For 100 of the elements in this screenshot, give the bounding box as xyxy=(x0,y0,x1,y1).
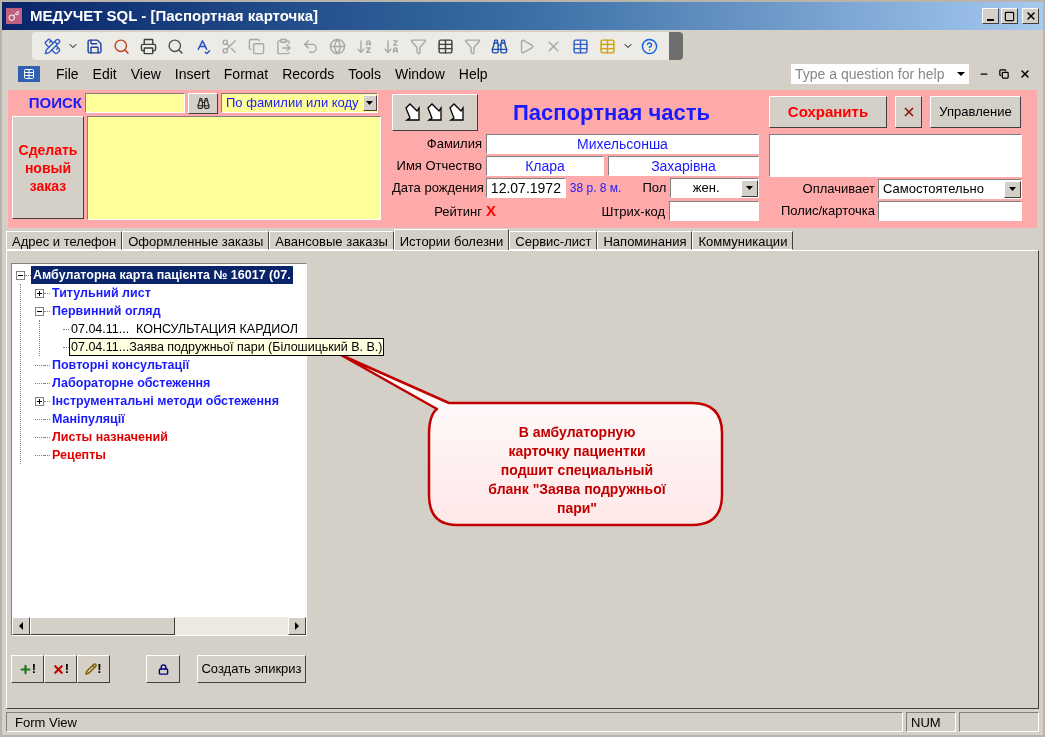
exclamation-text: ! xyxy=(97,660,102,679)
field-label: Полис/карточка xyxy=(779,202,875,221)
first-name-field[interactable]: Клара xyxy=(486,156,604,176)
search-label: ПОИСК xyxy=(27,92,82,113)
barcode-field[interactable] xyxy=(669,201,759,222)
tree-item[interactable]: 07.04.11...Заява подружньої пари (Білошицький В. В.) xyxy=(69,338,385,356)
caret-icon xyxy=(1009,187,1016,191)
arrows-button[interactable] xyxy=(392,93,478,131)
tab[interactable]: Авансовые заказы xyxy=(269,231,394,250)
help-search-field[interactable]: Type a question for help xyxy=(791,64,969,84)
scroll-right-button[interactable] xyxy=(288,617,306,635)
tree-item[interactable]: 07.04.11... КОНСУЛЬТАЦИЯ КАРДИОЛ xyxy=(69,320,300,338)
collapse-icon[interactable] xyxy=(16,270,25,280)
status-text: Form View xyxy=(6,712,903,732)
caret-icon[interactable] xyxy=(957,72,965,76)
menu-item[interactable]: Records xyxy=(276,63,341,85)
exclamation-text: ! xyxy=(64,660,70,679)
search-mode-dropdown[interactable]: По фамилии или коду xyxy=(221,93,378,113)
epicrisis-button[interactable]: Создать эпикриз xyxy=(197,655,306,683)
exclamation-text: ! xyxy=(31,660,37,679)
notes-field[interactable] xyxy=(769,134,1022,177)
search-field[interactable] xyxy=(85,93,185,113)
caret-icon xyxy=(366,101,374,105)
dropdown-button[interactable] xyxy=(741,179,758,197)
tree-item[interactable]: Амбулаторна карта пацієнта № 16017 (07. xyxy=(31,266,293,284)
minimize-button[interactable] xyxy=(982,8,999,24)
field-label: Имя Отчество xyxy=(395,157,482,176)
collapse-icon[interactable] xyxy=(35,306,44,316)
maximize-button[interactable] xyxy=(1001,8,1018,24)
field-label: Дата рождения xyxy=(392,179,482,198)
dropdown-button[interactable] xyxy=(362,95,377,111)
expand-icon[interactable] xyxy=(35,288,44,298)
horizontal-scrollbar[interactable] xyxy=(12,617,306,635)
scroll-left-button[interactable] xyxy=(12,617,30,635)
menu-item[interactable]: Help xyxy=(452,63,494,85)
tree-item[interactable]: Рецепты xyxy=(50,446,108,464)
right-arrow-icon xyxy=(295,622,299,630)
down-right-arrow-icon xyxy=(403,102,423,122)
num-lock-indicator: NUM xyxy=(906,712,956,732)
payer-dropdown[interactable]: Самостоятельно xyxy=(878,179,1022,199)
scroll-thumb[interactable] xyxy=(30,617,175,635)
window-title: МЕДУЧЕТ SQL - [Паспортная карточка] xyxy=(30,5,320,26)
field-label: Оплачивает xyxy=(801,180,875,199)
sex-dropdown[interactable]: жен. xyxy=(670,178,759,198)
lock-button[interactable] xyxy=(146,655,180,683)
menu-item[interactable]: View xyxy=(124,63,167,85)
cross-icon xyxy=(51,662,65,676)
age-text: 38 р. 8 м. xyxy=(569,180,623,197)
tree-item[interactable]: Повторні консультації xyxy=(50,356,192,374)
menu-item[interactable]: Edit xyxy=(86,63,123,85)
find-button[interactable] xyxy=(188,92,218,114)
add-button[interactable]: ! xyxy=(11,655,44,683)
manage-button[interactable]: Управление xyxy=(930,96,1021,128)
surname-field[interactable]: Михельсонша xyxy=(486,134,759,154)
tree-item[interactable]: Листы назначений xyxy=(50,428,170,446)
field-label: Фамилия xyxy=(425,135,482,154)
tab[interactable]: Оформленные заказы xyxy=(122,231,270,250)
minimize-icon xyxy=(987,19,994,21)
edit-button[interactable]: ! xyxy=(77,655,110,683)
close-button[interactable] xyxy=(1022,8,1039,24)
field-label: Пол xyxy=(641,179,667,198)
down-right-arrow-icon xyxy=(447,102,467,122)
tree-item[interactable]: Титульний лист xyxy=(50,284,153,302)
caret-icon xyxy=(746,186,753,190)
field-label: Рейтинг xyxy=(433,202,482,221)
left-arrow-icon xyxy=(19,622,23,630)
tab[interactable]: Коммуникации xyxy=(692,231,794,250)
tab[interactable]: Адрес и телефон xyxy=(6,231,123,250)
callout-text: В амбулаторную карточку пациентки подшит специальный бланк "Заява подружньої пари" xyxy=(487,423,667,518)
tab[interactable]: Истории болезни xyxy=(393,229,510,250)
tree-item[interactable]: Маніпуляції xyxy=(50,410,127,428)
mdi-close-icon[interactable] xyxy=(1019,68,1031,80)
menu-item[interactable]: Tools xyxy=(342,63,387,85)
menu-item[interactable]: Format xyxy=(217,63,275,85)
plus-icon xyxy=(18,662,32,676)
patronymic-field[interactable]: Захарівна xyxy=(608,156,759,176)
tab[interactable]: Сервис-лист xyxy=(509,231,598,250)
cancel-icon[interactable] xyxy=(895,96,922,128)
policy-field[interactable] xyxy=(878,201,1022,221)
rating-mark: X xyxy=(486,201,497,221)
down-right-arrow-icon xyxy=(425,102,445,122)
menu-item[interactable]: File xyxy=(50,63,85,85)
tree-item[interactable]: Інструментальні методи обстеження xyxy=(50,392,281,410)
close-icon xyxy=(1024,10,1037,22)
tab[interactable]: Напоминания xyxy=(597,231,693,250)
mdi-restore-icon[interactable] xyxy=(999,69,1009,79)
tree-item[interactable]: Лабораторне обстеження xyxy=(50,374,213,392)
field-label: Штрих-код xyxy=(600,202,665,221)
lock-icon xyxy=(157,663,169,675)
binoculars-icon xyxy=(196,96,210,110)
menu-item[interactable]: Window xyxy=(388,63,451,85)
expand-icon[interactable] xyxy=(35,396,44,406)
dropdown-button[interactable] xyxy=(1004,180,1021,198)
delete-button[interactable]: ! xyxy=(44,655,77,683)
form-icon[interactable] xyxy=(18,66,40,82)
tree-item[interactable]: Первинний огляд xyxy=(50,302,163,320)
pencil-icon xyxy=(85,663,98,675)
menu-item[interactable]: Insert xyxy=(168,63,216,85)
birth-date-field[interactable]: 12.07.1972 xyxy=(486,178,566,198)
form-title: Паспортная часть xyxy=(513,98,710,127)
